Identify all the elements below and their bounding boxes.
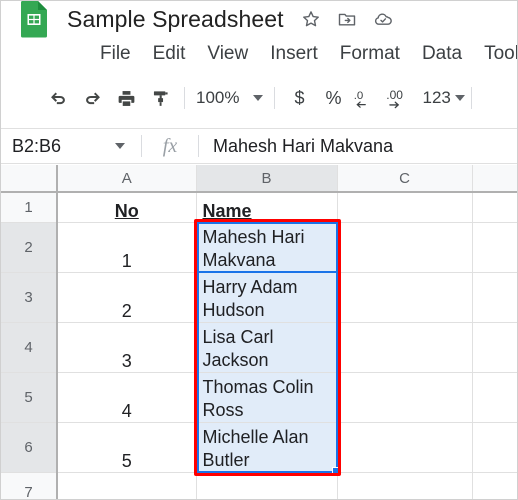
table-row: 5 4 Thomas Colin Ross	[1, 372, 517, 423]
cell-a1[interactable]: No	[57, 192, 197, 223]
menu-item-view[interactable]: View	[196, 41, 259, 67]
name-box[interactable]: B2:B6	[1, 128, 141, 164]
cell-d2[interactable]	[472, 222, 517, 273]
cloud-saved-icon[interactable]	[373, 9, 393, 29]
zoom-control[interactable]: 100%	[192, 88, 267, 108]
zoom-value: 100%	[196, 88, 240, 107]
menu-item-format[interactable]: Format	[329, 41, 411, 67]
currency-format-button[interactable]: $	[282, 88, 316, 109]
fx-icon: fx	[162, 134, 178, 157]
chevron-down-icon	[454, 95, 465, 101]
cell-b6[interactable]: Michelle Alan Butler	[196, 422, 338, 473]
google-sheets-logo[interactable]	[19, 1, 49, 38]
table-row: 2 1 Mahesh Hari Makvana	[1, 222, 517, 273]
menu-item-tools[interactable]: Tools	[473, 41, 517, 67]
menu-item-data[interactable]: Data	[411, 41, 473, 67]
table-row: 7	[1, 472, 517, 499]
name-box-value: B2:B6	[12, 135, 62, 156]
document-title[interactable]: Sample Spreadsheet	[67, 6, 284, 33]
cell-c6[interactable]	[337, 422, 473, 473]
cell-d4[interactable]	[472, 322, 517, 373]
row-header-2[interactable]: 2	[1, 222, 58, 273]
title-bar: Sample Spreadsheet	[1, 1, 517, 38]
cell-d5[interactable]	[472, 372, 517, 423]
cell-a4[interactable]: 3	[57, 322, 197, 373]
cell-c1[interactable]	[337, 192, 473, 223]
cell-d1[interactable]	[472, 192, 517, 223]
table-row: 1 No Name	[1, 192, 517, 223]
percent-format-button[interactable]: %	[316, 88, 350, 109]
cell-a2[interactable]: 1	[57, 222, 197, 273]
cell-c3[interactable]	[337, 272, 473, 323]
cell-a3[interactable]: 2	[57, 272, 197, 323]
number-format-label: 123	[422, 88, 451, 107]
print-icon[interactable]	[109, 81, 143, 115]
cell-b2[interactable]: Mahesh Hari Makvana	[196, 222, 338, 273]
menu-item-edit[interactable]: Edit	[142, 41, 197, 67]
formula-bar: B2:B6 fx Mahesh Hari Makvana	[1, 128, 517, 164]
cell-b5[interactable]: Thomas Colin Ross	[196, 372, 338, 423]
column-header-d[interactable]	[472, 165, 517, 193]
cell-c7[interactable]	[337, 472, 473, 499]
table-row: 6 5 Michelle Alan Butler	[1, 422, 517, 473]
cell-b1[interactable]: Name	[196, 192, 338, 223]
cell-d3[interactable]	[472, 272, 517, 323]
spreadsheet-grid[interactable]: A B C 1 No Name 2 1 Mahesh Hari Makvana	[1, 165, 517, 499]
row-header-4[interactable]: 4	[1, 322, 58, 373]
paint-format-icon[interactable]	[143, 81, 177, 115]
cell-a6[interactable]: 5	[57, 422, 197, 473]
increase-decimal-button[interactable]: .00	[384, 81, 418, 115]
move-to-folder-icon[interactable]	[337, 9, 357, 29]
cell-b7[interactable]	[196, 472, 338, 499]
title-bar-icons	[301, 9, 393, 29]
grid-table: A B C 1 No Name 2 1 Mahesh Hari Makvana	[1, 165, 517, 499]
chevron-down-icon[interactable]	[115, 143, 125, 149]
cell-b3[interactable]: Harry Adam Hudson	[196, 272, 338, 323]
cell-c2[interactable]	[337, 222, 473, 273]
column-header-b[interactable]: B	[196, 165, 338, 193]
star-icon[interactable]	[301, 9, 321, 29]
menu-item-insert[interactable]: Insert	[259, 41, 329, 67]
menu-bar: File Edit View Insert Format Data Tools	[1, 39, 517, 69]
svg-text:.0: .0	[354, 90, 364, 102]
column-header-a[interactable]: A	[57, 165, 197, 193]
row-header-1[interactable]: 1	[1, 192, 58, 223]
cell-c5[interactable]	[337, 372, 473, 423]
chevron-down-icon	[253, 95, 264, 101]
cell-a5[interactable]: 4	[57, 372, 197, 423]
menu-item-file[interactable]: File	[89, 41, 142, 67]
column-header-row: A B C	[1, 165, 517, 193]
select-all-corner[interactable]	[1, 165, 58, 193]
spreadsheet-app: Sample Spreadsheet File Edit View Insert…	[0, 0, 518, 500]
table-row: 3 2 Harry Adam Hudson	[1, 272, 517, 323]
svg-text:.00: .00	[387, 88, 404, 102]
decrease-decimal-button[interactable]: .0	[350, 81, 384, 115]
undo-icon[interactable]	[41, 81, 75, 115]
column-header-c[interactable]: C	[337, 165, 473, 193]
cell-c4[interactable]	[337, 322, 473, 373]
row-header-7[interactable]: 7	[1, 472, 58, 499]
cell-a7[interactable]	[57, 472, 197, 499]
row-header-3[interactable]: 3	[1, 272, 58, 323]
formula-input[interactable]: Mahesh Hari Makvana	[199, 136, 517, 157]
table-row: 4 3 Lisa Carl Jackson	[1, 322, 517, 373]
number-format-button[interactable]: 123	[418, 88, 465, 108]
cell-d7[interactable]	[472, 472, 517, 499]
row-header-6[interactable]: 6	[1, 422, 58, 473]
cell-b4[interactable]: Lisa Carl Jackson	[196, 322, 338, 373]
row-header-5[interactable]: 5	[1, 372, 58, 423]
cell-d6[interactable]	[472, 422, 517, 473]
toolbar: 100% $ % .0 .00 123	[1, 73, 517, 123]
redo-icon[interactable]	[75, 81, 109, 115]
